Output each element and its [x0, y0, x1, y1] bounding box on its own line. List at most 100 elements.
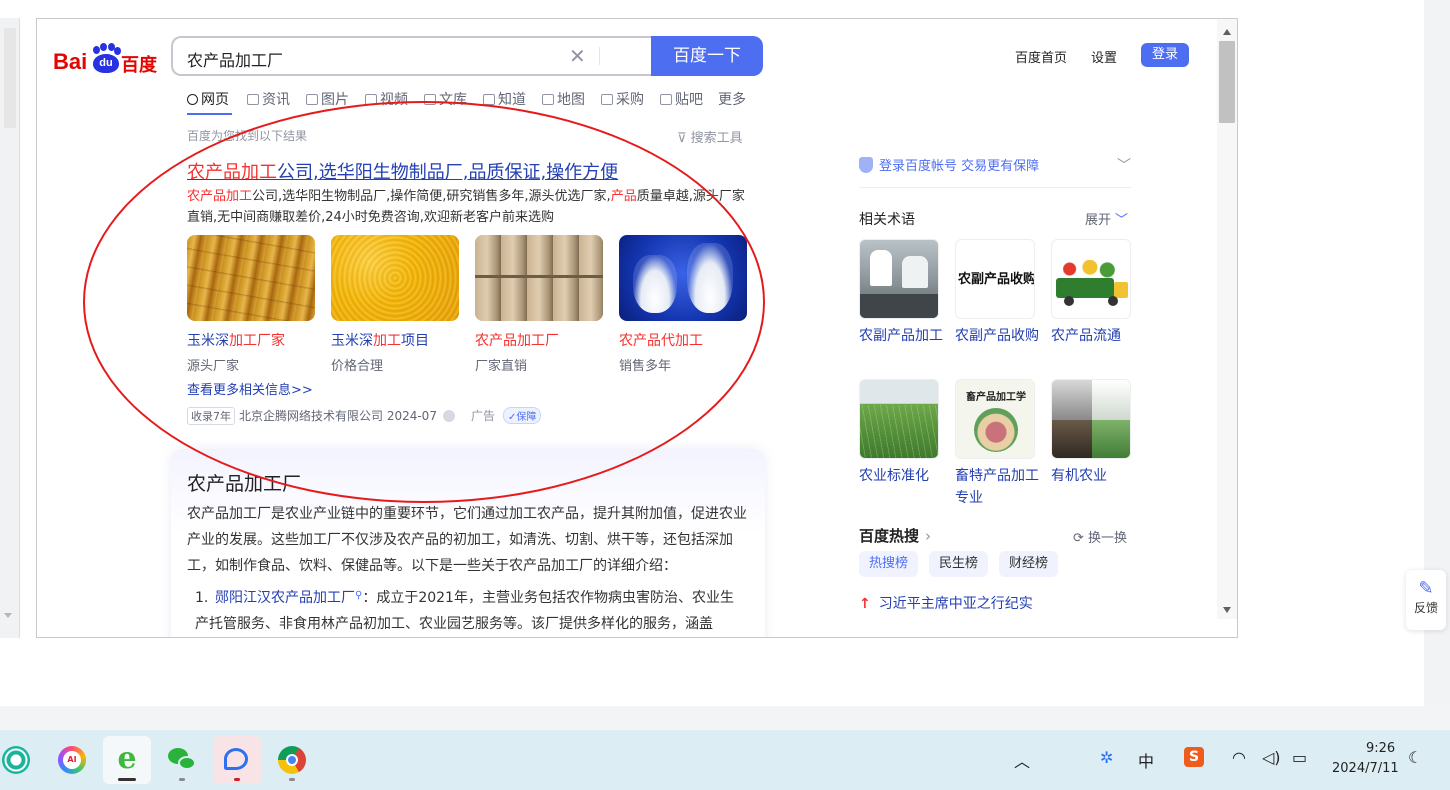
baidu-home-link[interactable]: 百度首页: [1015, 47, 1067, 66]
app-center-glyph: [2, 746, 30, 774]
baidu-logo[interactable]: Bai du 百度: [53, 39, 157, 76]
tab-zhidao[interactable]: 知道: [483, 89, 526, 109]
ad-result-title[interactable]: 农产品加工公司,选华阳生物制品厂,品质保证,操作方便: [187, 158, 618, 184]
ie-browser-icon[interactable]: e: [103, 736, 151, 784]
ime-language-label[interactable]: 中: [1138, 748, 1154, 772]
ai-summary-body: 农产品加工厂是农业产业链中的重要环节，它们通过加工农产品，提升其附加值，促进农业…: [187, 506, 747, 574]
tab-videos[interactable]: 视频: [365, 89, 408, 109]
tray-expand-icon[interactable]: ︿: [1014, 748, 1030, 772]
input-method-icon[interactable]: ✲: [1100, 748, 1113, 767]
label-highlight: 加工厂家: [229, 333, 285, 349]
filter-icon: ⊽: [677, 131, 691, 146]
feedback-button[interactable]: ✎ 反馈: [1406, 570, 1446, 630]
list-number: 1.: [195, 590, 209, 606]
guarantee-badge[interactable]: ✓保障: [502, 407, 542, 424]
hot-search-label: 百度热搜: [859, 527, 920, 545]
related-term-item[interactable]: 有机农业: [1051, 379, 1135, 487]
fiber-drums-image: [475, 235, 603, 321]
clear-icon[interactable]: ✕: [569, 44, 586, 68]
tab-map[interactable]: 地图: [542, 89, 585, 109]
related-term-item[interactable]: 农产品流通: [1051, 239, 1135, 347]
organic-farming-image: [1051, 379, 1131, 459]
search-input[interactable]: 农产品加工厂 ✕: [171, 36, 651, 76]
tab-tieba[interactable]: 贴吧: [660, 89, 703, 109]
related-term-item[interactable]: 畜产品加工学 畜特产品加工专业: [955, 379, 1039, 509]
paw-toe: [114, 47, 121, 55]
scroll-up-arrow[interactable]: [1223, 29, 1231, 35]
sogou-ime-icon[interactable]: S: [1184, 747, 1204, 767]
clock-date[interactable]: 2024/7/11: [1332, 761, 1399, 776]
settings-link[interactable]: 设置: [1091, 47, 1117, 66]
dropdown-icon[interactable]: [442, 410, 455, 422]
refresh-icon: ⟳: [1073, 531, 1089, 546]
ad-image-card[interactable]: 玉米深加工项目 价格合理: [331, 235, 461, 374]
tab-purchase[interactable]: 采购: [601, 89, 644, 109]
hot-search-title[interactable]: 百度热搜 ›: [859, 525, 931, 546]
ai-assistant-icon[interactable]: AI: [48, 736, 96, 784]
title-highlight: 农产品加工: [187, 162, 277, 183]
advertiser-name[interactable]: 北京企腾网络技术有限公司 2024-07: [239, 409, 437, 423]
scroll-thumb[interactable]: [1219, 41, 1235, 123]
related-term-label: 农产品流通: [1051, 328, 1121, 344]
scroll-down-arrow[interactable]: [1223, 607, 1231, 613]
app-center-icon[interactable]: [0, 736, 40, 784]
ad-footer: 收录7年 北京企腾网络技术有限公司 2024-07 广告 ✓保障: [187, 407, 542, 425]
logo-bai-text: Bai: [53, 49, 88, 74]
doc-icon: [424, 94, 436, 105]
tab-wenku[interactable]: 文库: [424, 89, 467, 109]
related-term-label: 农业标准化: [859, 468, 929, 484]
moon-icon[interactable]: ☾: [1408, 748, 1422, 767]
tab-more[interactable]: 更多: [718, 89, 746, 109]
speaker-icon[interactable]: ◁): [1262, 748, 1281, 767]
ad-image-card[interactable]: 农产品加工厂 厂家直销: [475, 235, 605, 374]
ai-summary-card: 农产品加工厂 农产品加工厂是农业产业链中的重要环节，它们通过加工农产品，提升其附…: [171, 449, 765, 637]
expand-button[interactable]: 展开 ﹀: [1085, 209, 1128, 228]
tab-web[interactable]: 网页: [187, 89, 229, 109]
hot-tab-hot[interactable]: 热搜榜: [859, 551, 919, 577]
top-pin-icon: ↑: [859, 596, 871, 612]
ad-image-card[interactable]: 农产品代加工 销售多年: [619, 235, 749, 374]
search-tools-button[interactable]: ⊽ 搜索工具: [677, 127, 743, 146]
ie-glyph: e: [117, 741, 137, 776]
wifi-icon[interactable]: ◠: [1232, 748, 1246, 767]
ad-result-description: 农产品加工公司,选华阳生物制品厂,操作简便,研究销售多年,源头优选厂家,产品质量…: [187, 186, 752, 228]
corn-grits-image: [331, 235, 459, 321]
chat-app-icon[interactable]: [213, 736, 261, 784]
related-term-item[interactable]: 农副产品加工: [859, 239, 943, 347]
hot-tab-livelihood[interactable]: 民生榜: [929, 551, 989, 577]
paw-icon: du: [91, 43, 121, 73]
wechat-glyph: [168, 746, 196, 774]
related-term-item[interactable]: 农业标准化: [859, 379, 943, 487]
label-highlight: 农产品加工厂: [475, 333, 559, 349]
pencil-icon: ✎: [1418, 578, 1434, 599]
desc-text: 质量卓越,源头厂家: [636, 189, 745, 204]
ai-summary-link[interactable]: 郧阳江汉农产品加工厂: [215, 590, 355, 606]
chrome-icon[interactable]: [268, 736, 316, 784]
refresh-button[interactable]: ⟳ 换一换: [1073, 527, 1127, 546]
hot-search-item[interactable]: ↑ 习近平主席中亚之行纪实: [859, 593, 1033, 613]
login-button[interactable]: 登录: [1141, 43, 1189, 67]
related-term-item[interactable]: 农副产品收购 农副产品收购: [955, 239, 1039, 347]
clock-time[interactable]: 9:26: [1366, 741, 1395, 756]
ad-image-label: 玉米深加工厂家: [187, 330, 317, 350]
tab-images[interactable]: 图片: [306, 89, 349, 109]
feedback-label: 反馈: [1413, 601, 1438, 615]
vertical-scrollbar[interactable]: [1217, 19, 1237, 619]
indexed-years-badge: 收录7年: [187, 407, 235, 425]
wechat-icon[interactable]: [158, 736, 206, 784]
search-tools-label: 搜索工具: [690, 131, 743, 146]
tab-label: 文库: [439, 92, 467, 108]
chevron-down-icon[interactable]: ﹀: [1117, 155, 1131, 175]
background-scroll-thumb: [4, 28, 16, 128]
battery-icon[interactable]: ▭: [1292, 748, 1307, 767]
crop-field-image: [859, 379, 939, 459]
login-tip-link[interactable]: 登录百度帐号 交易更有保障: [859, 155, 1039, 174]
running-indicator: [234, 778, 240, 781]
search-button[interactable]: 百度一下: [651, 36, 763, 76]
more-info-link[interactable]: 查看更多相关信息>>: [187, 379, 313, 398]
hot-tab-finance[interactable]: 财经榜: [999, 551, 1059, 577]
tab-news[interactable]: 资讯: [247, 89, 290, 109]
video-icon: [365, 94, 377, 105]
running-indicator: [179, 778, 185, 781]
ad-image-card[interactable]: 玉米深加工厂家 源头厂家: [187, 235, 317, 374]
